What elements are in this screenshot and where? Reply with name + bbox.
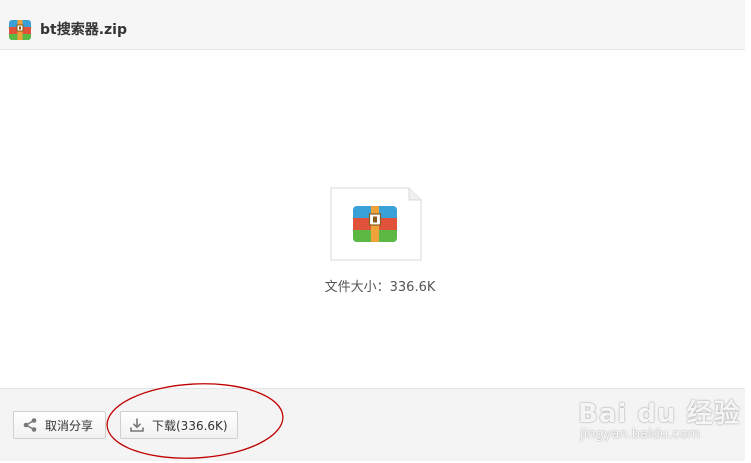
file-size-label: 文件大小：336.6K xyxy=(324,280,436,295)
download-icon xyxy=(130,418,144,432)
action-bar: 取消分享 下载(336.6K) xyxy=(0,388,745,461)
zip-archive-icon xyxy=(330,187,422,261)
file-title: bt搜索器.zip xyxy=(40,22,128,38)
share-panel: bt搜索器.zip 文件大小：336.6K 取消分享 下载(336.6K) xyxy=(0,0,745,461)
file-preview-area: 文件大小：336.6K xyxy=(0,50,745,388)
panel-header: bt搜索器.zip xyxy=(0,0,745,50)
download-label: 下载(336.6K) xyxy=(152,418,228,433)
cancel-share-button[interactable]: 取消分享 xyxy=(13,411,106,439)
share-icon xyxy=(23,418,37,432)
cancel-share-label: 取消分享 xyxy=(45,418,94,433)
archive-icon xyxy=(9,20,31,40)
download-button[interactable]: 下载(336.6K) xyxy=(120,411,238,439)
